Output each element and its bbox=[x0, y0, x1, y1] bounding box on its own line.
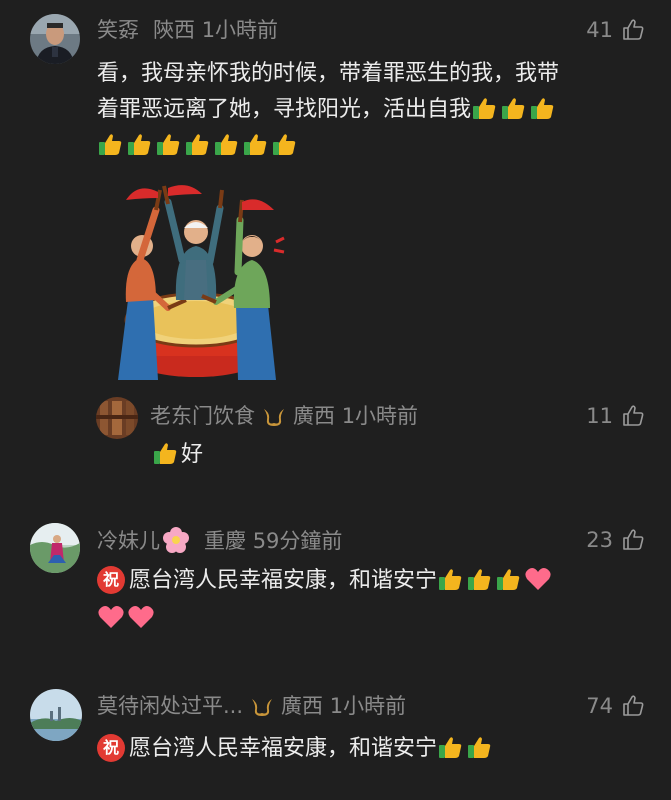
author-emblem-icon bbox=[261, 405, 287, 427]
author-emblem-icon bbox=[249, 695, 275, 717]
username[interactable]: 莫待闲处过平... bbox=[97, 694, 243, 718]
comment-body: 愿台湾人民幸福安康，和谐安宁 bbox=[129, 568, 438, 593]
timestamp: 1小時前 bbox=[329, 694, 407, 718]
username[interactable]: 笑孬 bbox=[97, 18, 139, 42]
like-count: 74 bbox=[586, 694, 613, 718]
heart-icon bbox=[524, 566, 552, 592]
like-button[interactable]: 11 bbox=[586, 402, 645, 430]
drum-celebration-sticker[interactable] bbox=[98, 180, 294, 380]
thumbs-up-icon bbox=[437, 566, 463, 592]
thumbs-up-icon bbox=[466, 734, 492, 760]
like-button[interactable]: 41 bbox=[586, 16, 645, 44]
like-icon[interactable] bbox=[621, 694, 645, 718]
thumbs-up-icon bbox=[242, 131, 268, 157]
heart-icon bbox=[97, 604, 125, 630]
like-count: 41 bbox=[586, 18, 613, 42]
thumbs-up-icon bbox=[271, 131, 297, 157]
cherry-blossom-icon bbox=[163, 527, 189, 553]
like-icon[interactable] bbox=[621, 528, 645, 552]
thumbs-up-icon bbox=[155, 131, 181, 157]
location: 陝西 bbox=[153, 18, 195, 42]
timestamp: 1小時前 bbox=[341, 404, 419, 428]
thumbs-up-icon bbox=[97, 131, 123, 157]
wood-interior-avatar-icon[interactable] bbox=[96, 397, 138, 439]
timestamp: 59分鐘前 bbox=[252, 529, 343, 553]
thumbs-up-icon bbox=[471, 95, 497, 121]
thumbs-up-icon bbox=[500, 95, 526, 121]
thumbs-up-icon bbox=[126, 131, 152, 157]
like-icon[interactable] bbox=[621, 404, 645, 428]
blessing-badge-icon: 祝 bbox=[97, 734, 125, 762]
like-count: 11 bbox=[586, 404, 613, 428]
like-icon[interactable] bbox=[621, 18, 645, 42]
like-button[interactable]: 74 bbox=[586, 692, 645, 720]
thumbs-up-icon bbox=[529, 95, 555, 121]
thumbs-up-icon bbox=[184, 131, 210, 157]
username[interactable]: 冷妹儿 bbox=[97, 529, 160, 553]
comment-text: 看，我母亲怀我的时候，带着罪恶生的我，我带 着罪恶远离了她，寻找阳光，活出自我 bbox=[97, 56, 657, 164]
like-button[interactable]: 23 bbox=[586, 526, 645, 554]
dancer-avatar-icon[interactable] bbox=[30, 523, 80, 573]
comment-body: 愿台湾人民幸福安康，和谐安宁 bbox=[129, 736, 438, 761]
location: 廣西 bbox=[293, 404, 335, 428]
reply-text: 好 bbox=[181, 442, 204, 467]
location: 廣西 bbox=[281, 694, 324, 718]
like-count: 23 bbox=[586, 528, 613, 552]
comment-text: 祝愿台湾人民幸福安康，和谐安宁 bbox=[97, 563, 657, 637]
comment-text-line-2: 着罪恶远离了她，寻找阳光，活出自我 bbox=[97, 97, 472, 122]
username[interactable]: 老东门饮食 bbox=[150, 404, 255, 428]
thumbs-up-icon bbox=[495, 566, 521, 592]
blessing-badge-icon: 祝 bbox=[97, 566, 125, 594]
thumbs-up-icon bbox=[466, 566, 492, 592]
thumbs-up-icon bbox=[437, 734, 463, 760]
thumbs-up-icon bbox=[213, 131, 239, 157]
thumbs-up-icon bbox=[152, 440, 178, 466]
comment-text: 好 bbox=[152, 437, 203, 473]
timestamp: 1小時前 bbox=[201, 18, 279, 42]
location: 重慶 bbox=[204, 529, 246, 553]
landscape-avatar-icon[interactable] bbox=[30, 689, 82, 741]
comment-text-line-1: 看，我母亲怀我的时候，带着罪恶生的我，我带 bbox=[97, 61, 560, 86]
comment-text: 祝愿台湾人民幸福安康，和谐安宁 bbox=[97, 731, 657, 767]
heart-icon bbox=[127, 604, 155, 630]
officer-avatar-icon[interactable] bbox=[30, 14, 80, 64]
